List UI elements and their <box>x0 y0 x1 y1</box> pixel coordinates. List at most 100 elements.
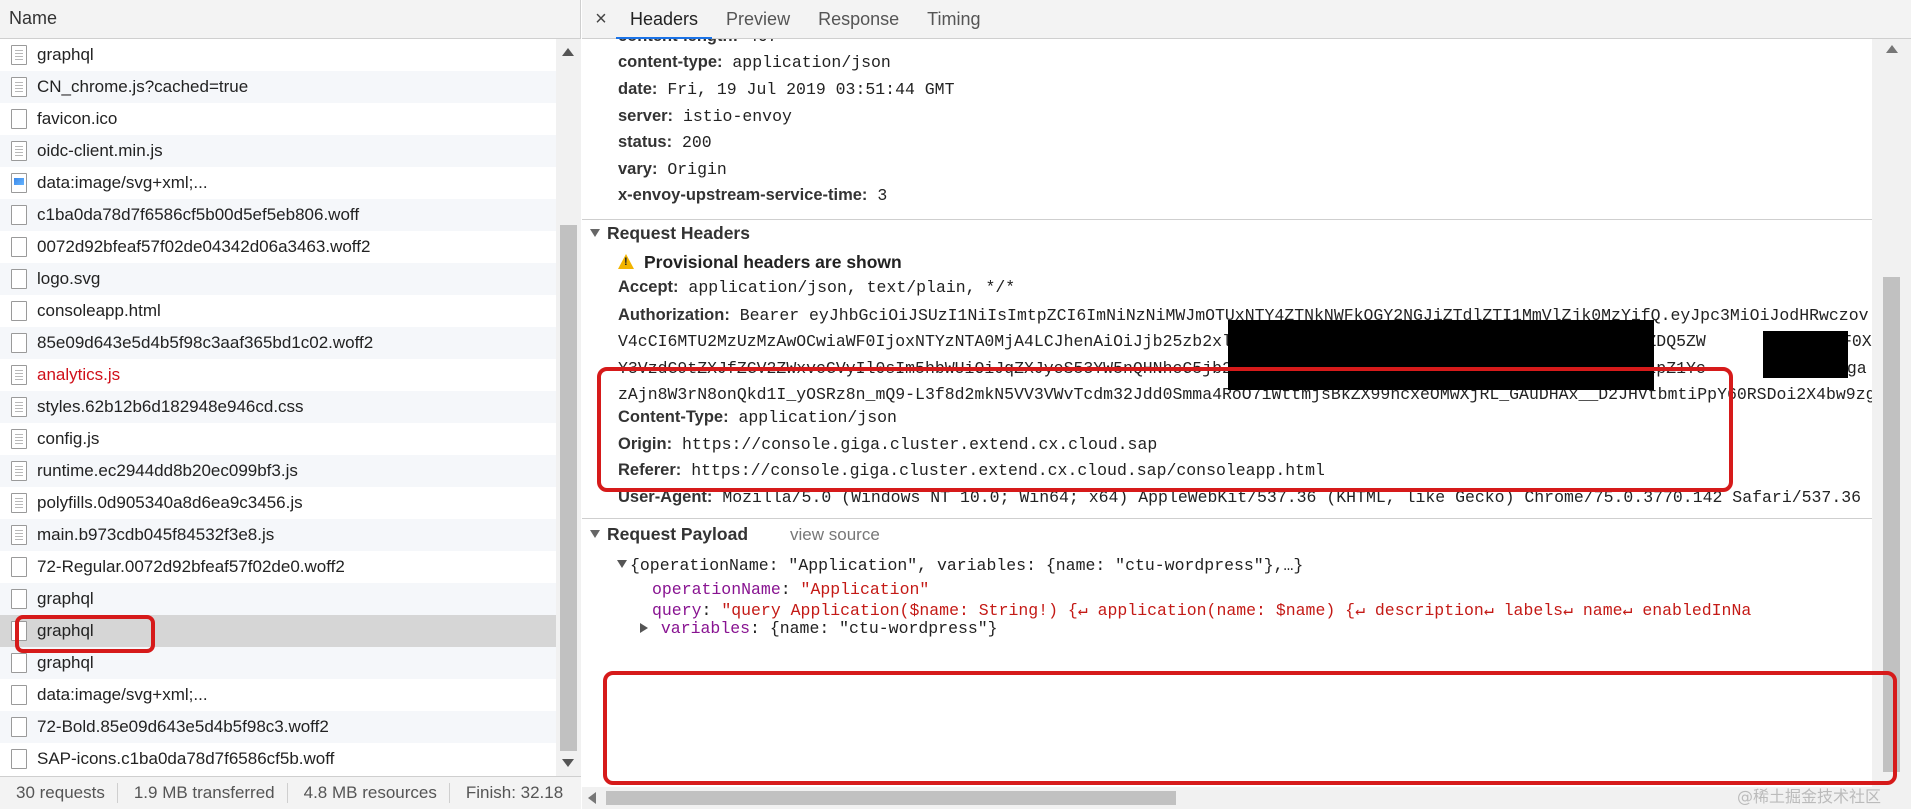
payload-summary-text: {operationName: "Application", variables… <box>630 556 1304 575</box>
response-header-row: content-length: 407 <box>618 39 778 46</box>
header-value: https://console.giga.cluster.extend.cx.c… <box>691 461 1325 480</box>
payload-key: query <box>652 601 702 620</box>
redaction-block <box>1763 331 1848 378</box>
request-row-woff-c1ba[interactable]: c1ba0da78d7f6586cf5b00d5ef5eb806.woff <box>0 199 556 231</box>
doc-icon <box>11 525 27 545</box>
scroll-down-icon[interactable] <box>562 759 574 767</box>
request-name: logo.svg <box>37 269 101 288</box>
request-list-panel: Name graphql CN_chrome.js?cached=true fa… <box>0 0 581 809</box>
payload-summary[interactable]: {operationName: "Application", variables… <box>617 556 1303 575</box>
tab-headers[interactable]: Headers <box>616 0 713 39</box>
scroll-left-icon[interactable] <box>588 792 596 804</box>
doc-icon <box>11 269 27 289</box>
request-name: consoleapp.html <box>37 301 161 320</box>
request-row-woff2-0072[interactable]: 0072d92bfeaf57f02de04342d06a3463.woff2 <box>0 231 556 263</box>
request-row-cn-chrome[interactable]: CN_chrome.js?cached=true <box>0 71 556 103</box>
header-key: content-type: <box>618 53 723 71</box>
header-value: 3 <box>877 186 888 205</box>
detail-vertical-scrollbar[interactable] <box>1872 39 1911 787</box>
scrollbar-thumb[interactable] <box>606 791 1176 805</box>
header-value: 200 <box>682 133 712 152</box>
detail-horizontal-scrollbar[interactable]: @稀土掘金技术社区 <box>582 787 1911 809</box>
scrollbar-thumb[interactable] <box>1883 277 1900 772</box>
close-icon[interactable]: × <box>586 8 616 31</box>
collapse-triangle-icon[interactable] <box>590 229 600 237</box>
request-row-graphql[interactable]: graphql <box>0 647 556 679</box>
warning-text: Provisional headers are shown <box>644 252 902 272</box>
provisional-warning: Provisional headers are shown <box>618 252 902 273</box>
request-row-svg-data[interactable]: data:image/svg+xml;... <box>0 167 556 199</box>
request-payload-title[interactable]: Request Payload view source <box>590 524 880 545</box>
request-row-runtime[interactable]: runtime.ec2944dd8b20ec099bf3.js <box>0 455 556 487</box>
header-key: Accept: <box>618 278 679 296</box>
request-row-logo[interactable]: logo.svg <box>0 263 556 295</box>
doc-icon <box>11 237 27 257</box>
request-headers-title[interactable]: Request Headers <box>590 223 750 244</box>
request-row-72-regular[interactable]: 72-Regular.0072d92bfeaf57f02de0.woff2 <box>0 551 556 583</box>
doc-icon <box>11 621 27 641</box>
tab-response[interactable]: Response <box>804 0 913 39</box>
payload-value: "Application" <box>800 580 930 599</box>
request-row-woff2-85e0[interactable]: 85e09d643e5d4b5f98c3aaf365bd1c02.woff2 <box>0 327 556 359</box>
request-row-styles[interactable]: styles.62b12b6d182948e946cd.css <box>0 391 556 423</box>
request-row-svg-data[interactable]: data:image/svg+xml;... <box>0 679 556 711</box>
name-column-header[interactable]: Name <box>0 0 580 39</box>
doc-icon <box>11 205 27 225</box>
request-name: 72-Bold.85e09d643e5d4b5f98c3.woff2 <box>37 717 329 736</box>
expand-triangle-icon[interactable] <box>617 560 627 568</box>
request-name: graphql <box>37 653 94 672</box>
request-name: styles.62b12b6d182948e946cd.css <box>37 397 304 416</box>
tab-timing[interactable]: Timing <box>913 0 994 39</box>
request-header-content-type: Content-Type: application/json <box>618 408 897 427</box>
expand-triangle-icon[interactable] <box>640 623 648 633</box>
header-key: Origin: <box>618 435 673 453</box>
warning-icon <box>618 254 634 269</box>
scroll-up-icon[interactable] <box>1886 45 1898 53</box>
request-name: polyfills.0d905340a8d6ea9c3456.js <box>37 493 303 512</box>
request-row-consoleapp[interactable]: consoleapp.html <box>0 295 556 327</box>
request-name: analytics.js <box>37 365 121 384</box>
payload-key: operationName <box>652 580 781 599</box>
header-key: Referer: <box>618 461 682 479</box>
header-key: User-Agent: <box>618 488 713 506</box>
request-name: SAP-icons.c1ba0da78d7f6586cf5b.woff <box>37 749 335 768</box>
header-value: application/json <box>738 408 897 427</box>
section-title-text: Request Payload <box>607 524 749 544</box>
request-name: runtime.ec2944dd8b20ec099bf3.js <box>37 461 298 480</box>
header-value: application/json <box>732 53 891 72</box>
collapse-triangle-icon[interactable] <box>590 530 600 538</box>
request-row-oidc-client[interactable]: oidc-client.min.js <box>0 135 556 167</box>
request-row-analytics[interactable]: analytics.js <box>0 359 556 391</box>
request-row-polyfills[interactable]: polyfills.0d905340a8d6ea9c3456.js <box>0 487 556 519</box>
view-source-link[interactable]: view source <box>790 525 880 544</box>
payload-variables[interactable]: variables: {name: "ctu-wordpress"} <box>640 619 998 638</box>
request-row-graphql[interactable]: graphql <box>0 583 556 615</box>
header-value: https://console.giga.cluster.extend.cx.c… <box>681 435 1158 454</box>
doc-icon <box>11 589 27 609</box>
tab-preview[interactable]: Preview <box>712 0 804 39</box>
request-name: main.b973cdb045f84532f3e8.js <box>37 525 275 544</box>
request-list-scrollbar[interactable] <box>556 39 581 776</box>
request-header-user-agent: User-Agent: Mozilla/5.0 (Windows NT 10.0… <box>618 488 1861 507</box>
scroll-up-icon[interactable] <box>562 48 574 56</box>
doc-icon <box>11 301 27 321</box>
request-name: favicon.ico <box>37 109 118 128</box>
request-row-config[interactable]: config.js <box>0 423 556 455</box>
response-header-row: server: istio-envoy <box>618 107 792 126</box>
request-name: c1ba0da78d7f6586cf5b00d5ef5eb806.woff <box>37 205 360 224</box>
header-value: Fri, 19 Jul 2019 03:51:44 GMT <box>667 80 955 99</box>
request-row-72-bold[interactable]: 72-Bold.85e09d643e5d4b5f98c3.woff2 <box>0 711 556 743</box>
request-row-graphql[interactable]: graphql <box>0 39 556 71</box>
request-row-sap-icons[interactable]: SAP-icons.c1ba0da78d7f6586cf5b.woff <box>0 743 556 775</box>
resources-size: 4.8 MB resources <box>288 783 450 803</box>
scrollbar-thumb[interactable] <box>560 225 577 751</box>
doc-icon <box>11 397 27 417</box>
section-divider <box>582 219 1872 220</box>
request-row-main[interactable]: main.b973cdb045f84532f3e8.js <box>0 519 556 551</box>
request-name: 0072d92bfeaf57f02de04342d06a3463.woff2 <box>37 237 371 256</box>
watermark: @稀土掘金技术社区 <box>1736 787 1881 806</box>
doc-icon <box>11 685 27 705</box>
request-row-favicon[interactable]: favicon.ico <box>0 103 556 135</box>
request-row-graphql-selected[interactable]: graphql <box>0 615 556 647</box>
headers-content: content-length: 407 content-type: applic… <box>582 39 1872 787</box>
